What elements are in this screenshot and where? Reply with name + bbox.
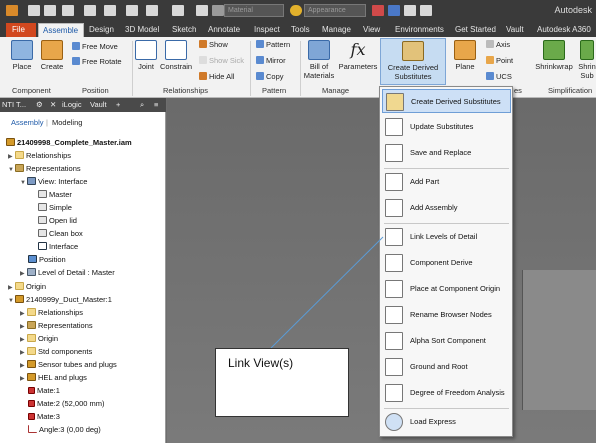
callout-box: Link View(s): [215, 348, 349, 417]
callout-text: Link View(s): [228, 356, 294, 370]
